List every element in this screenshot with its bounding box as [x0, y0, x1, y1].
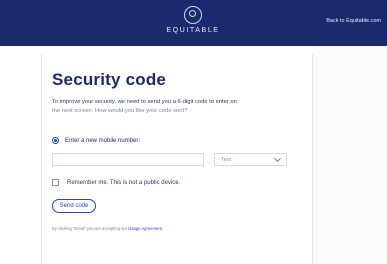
remember-me-checkbox[interactable] — [52, 179, 59, 186]
back-to-site-link[interactable]: Back to Equitable.com — [326, 18, 381, 24]
usage-agreement-link[interactable]: Usage Agreement — [128, 226, 162, 231]
brand-name: EQUITABLE — [166, 27, 220, 34]
legal-suffix: . — [161, 226, 163, 231]
description-line-2: the next screen. How would you like your… — [52, 107, 188, 114]
send-code-button[interactable]: Send code — [52, 199, 96, 213]
equitable-logo-icon — [184, 6, 202, 24]
new-number-label: Enter a new mobile number: — [65, 137, 141, 144]
right-panel — [312, 46, 387, 264]
brand-logo[interactable]: EQUITABLE — [158, 6, 228, 34]
description-line-1: To improve your security, we need to sen… — [52, 99, 237, 105]
radio-selected-dot — [54, 139, 57, 142]
legal-text: By clicking "Send" you are accepting our… — [52, 226, 163, 231]
delivery-method-select[interactable]: Text — [214, 153, 287, 166]
legal-prefix: By clicking "Send" you are accepting our — [52, 226, 129, 231]
new-number-option[interactable]: Enter a new mobile number: — [52, 137, 140, 144]
description: To improve your security, we need to sen… — [52, 98, 292, 115]
delivery-method-value: Text — [221, 156, 232, 163]
chevron-down-icon — [273, 154, 282, 162]
remember-me-label: Remember me. This is not a public device… — [67, 179, 181, 186]
top-bar: EQUITABLE Back to Equitable.com — [0, 0, 387, 46]
page-title: Security code — [52, 70, 167, 89]
new-number-radio[interactable] — [52, 137, 59, 144]
mobile-number-input[interactable] — [52, 153, 204, 166]
remember-me-row[interactable]: Remember me. This is not a public device… — [52, 179, 180, 186]
